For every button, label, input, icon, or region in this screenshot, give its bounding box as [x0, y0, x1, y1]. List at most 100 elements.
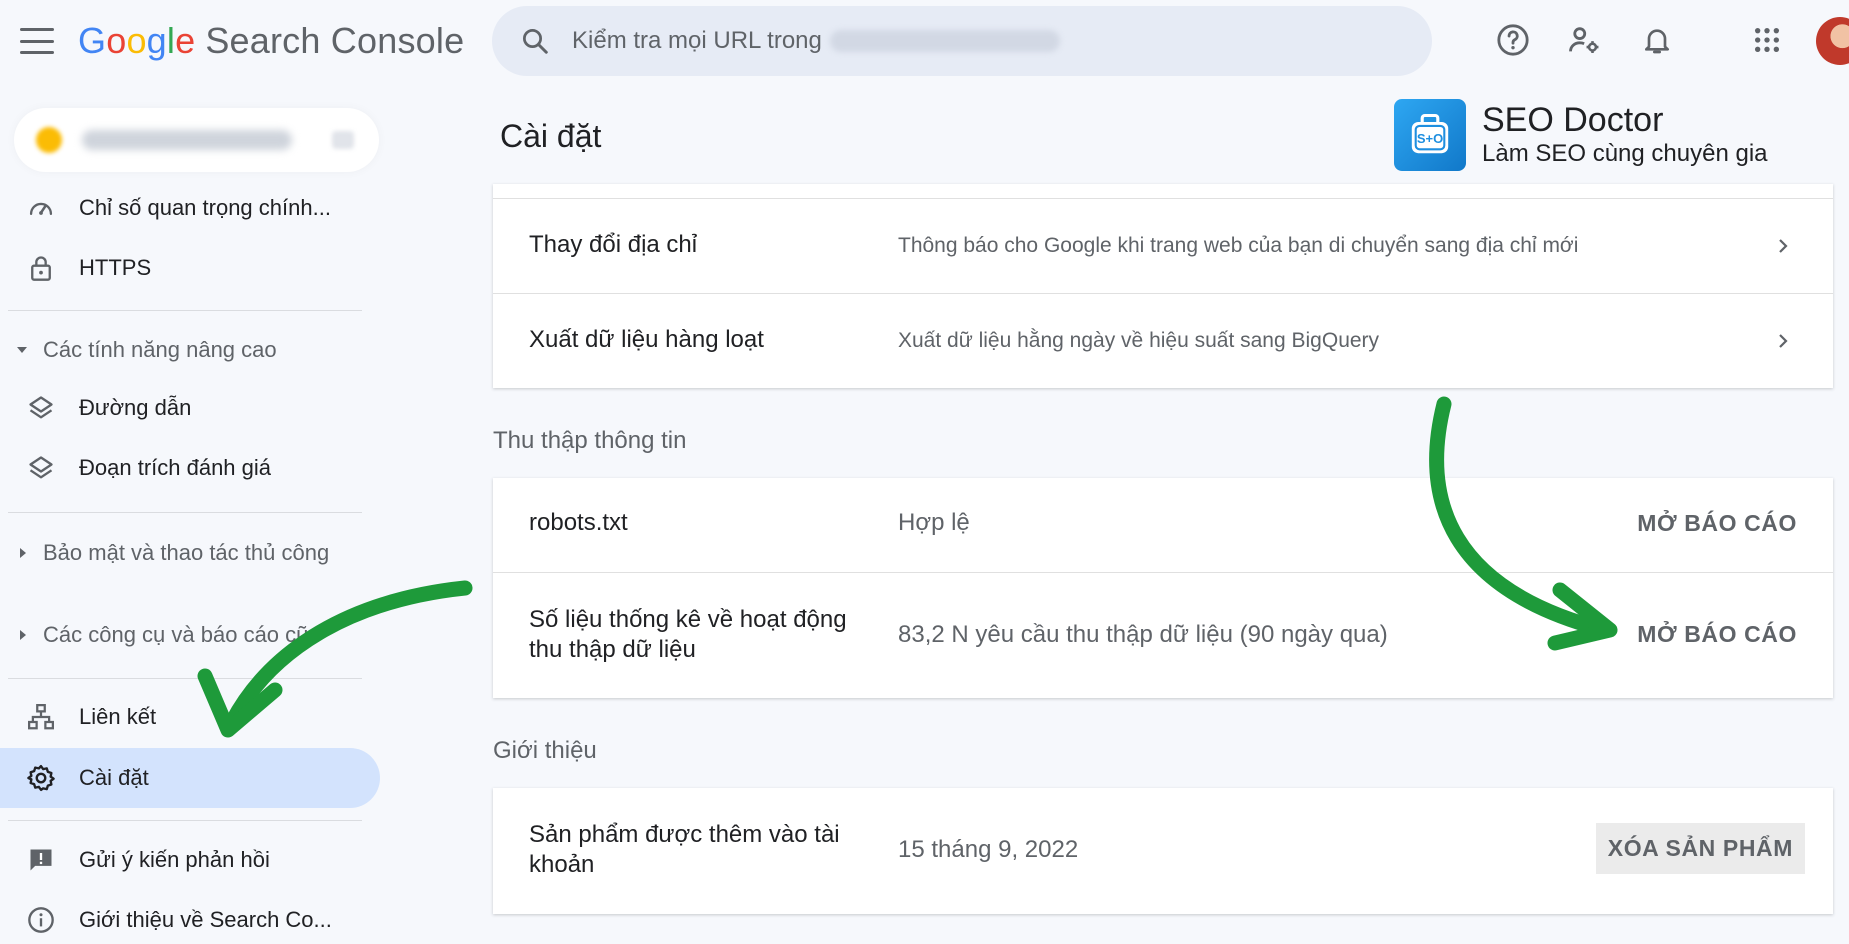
- sidebar-section-security-manual-actions[interactable]: Bảo mật và thao tác thủ công: [0, 528, 380, 578]
- blurred-property-domain: [830, 30, 1060, 52]
- expand-more-icon: [17, 347, 27, 353]
- remove-property-button[interactable]: XÓA SẢN PHẨM: [1595, 823, 1805, 874]
- setting-name: Thay đổi địa chỉ: [529, 231, 698, 258]
- clipped-row: [493, 184, 1833, 198]
- expand-right-icon: [20, 548, 26, 558]
- url-inspection-search[interactable]: [492, 6, 1432, 76]
- sidebar-item-label: Chỉ số quan trọng chính...: [79, 195, 331, 220]
- seo-doctor-tagline: Làm SEO cùng chuyên gia: [1482, 140, 1768, 167]
- seo-doctor-name: SEO Doctor: [1482, 101, 1664, 139]
- sidebar-item-label: Đường dẫn: [79, 395, 192, 420]
- product-logo[interactable]: Google Search Console: [78, 20, 464, 62]
- open-report-button[interactable]: MỞ BÁO CÁO: [1637, 621, 1797, 648]
- app-header: Google Search Console: [0, 0, 1849, 84]
- about-item-date: 15 tháng 9, 2022: [898, 836, 1079, 863]
- sidebar-section-label: Bảo mật và thao tác thủ công: [43, 540, 330, 565]
- expand-right-icon: [20, 630, 26, 640]
- feedback-icon: [24, 843, 58, 877]
- apps-button[interactable]: [1747, 20, 1787, 60]
- sidebar-item-links[interactable]: Liên kết: [0, 687, 380, 747]
- sidebar-divider: [8, 310, 362, 311]
- crawl-item-name: Số liệu thống kê về hoạt động thu thập d…: [529, 605, 847, 665]
- about-card: Sản phẩm được thêm vào tài khoản 15 thán…: [493, 788, 1833, 914]
- logo-product-name: Search Console: [205, 20, 465, 61]
- property-dropdown-icon: [332, 131, 354, 149]
- apps-grid-icon: [1754, 27, 1780, 53]
- about-item-name-line: khoản: [529, 851, 595, 878]
- layers-icon: [24, 451, 58, 485]
- crawl-row-robots-txt: robots.txt Hợp lệ MỞ BÁO CÁO: [493, 478, 1833, 572]
- logo-letter: g: [146, 20, 167, 61]
- menu-icon-bar: [20, 51, 54, 54]
- open-report-button[interactable]: MỞ BÁO CÁO: [1637, 510, 1797, 537]
- property-selector[interactable]: [14, 108, 379, 172]
- settings-row-change-of-address[interactable]: Thay đổi địa chỉ Thông báo cho Google kh…: [493, 198, 1833, 293]
- crawl-item-status: Hợp lệ: [898, 509, 970, 536]
- logo-letter: o: [106, 20, 127, 61]
- sidebar-item-label: Gửi ý kiến phản hồi: [79, 847, 270, 872]
- settings-row-bulk-data-export[interactable]: Xuất dữ liệu hàng loạt Xuất dữ liệu hằng…: [493, 293, 1833, 388]
- sidebar-divider: [8, 512, 362, 513]
- sidebar-item-breadcrumbs[interactable]: Đường dẫn: [0, 378, 380, 438]
- property-favicon-icon: [36, 127, 62, 153]
- layers-icon: [24, 391, 58, 425]
- manage-users-button[interactable]: [1564, 20, 1604, 60]
- main-menu-button[interactable]: [20, 28, 54, 54]
- seo-doctor-watermark: S+O SEO Doctor Làm SEO cùng chuyên gia: [1394, 96, 1834, 174]
- speed-gauge-icon: [24, 191, 58, 225]
- page-title: Cài đặt: [500, 118, 602, 154]
- notifications-button[interactable]: [1637, 20, 1677, 60]
- about-item-name: Sản phẩm được thêm vào tài khoản: [529, 820, 840, 880]
- setting-description: Xuất dữ liệu hằng ngày về hiệu suất sang…: [898, 329, 1380, 352]
- settings-general-card: Thay đổi địa chỉ Thông báo cho Google kh…: [493, 184, 1833, 388]
- blurred-property-name: [82, 130, 292, 150]
- logo-letter: o: [126, 20, 147, 61]
- menu-icon-bar: [20, 39, 54, 43]
- crawl-item-name: robots.txt: [529, 509, 628, 536]
- logo-letter: l: [166, 20, 176, 61]
- logo-letter: G: [78, 20, 107, 61]
- sidebar-item-settings[interactable]: Cài đặt: [0, 748, 380, 808]
- crawling-card: robots.txt Hợp lệ MỞ BÁO CÁO Số liệu thố…: [493, 478, 1833, 698]
- svg-text:S+O: S+O: [1417, 131, 1443, 146]
- sidebar-section-label: Các công cụ và báo cáo cũ: [43, 622, 309, 647]
- logo-letter: e: [175, 20, 196, 61]
- sidebar-item-label: HTTPS: [79, 255, 152, 280]
- lock-icon: [24, 251, 58, 285]
- help-button[interactable]: [1493, 20, 1533, 60]
- section-label-crawling: Thu thập thông tin: [493, 427, 687, 454]
- user-settings-icon: [1569, 27, 1599, 54]
- sidebar-section-legacy-tools[interactable]: Các công cụ và báo cáo cũ: [0, 610, 380, 660]
- chevron-right-icon[interactable]: [1773, 331, 1793, 351]
- sidebar-item-https[interactable]: HTTPS: [0, 238, 380, 298]
- setting-name: Xuất dữ liệu hàng loạt: [529, 326, 764, 353]
- about-row-product-added: Sản phẩm được thêm vào tài khoản 15 thán…: [493, 788, 1833, 914]
- bell-icon: [1645, 29, 1669, 54]
- account-avatar[interactable]: [1816, 17, 1849, 65]
- info-icon: [24, 903, 58, 937]
- sidebar-item-label: Giới thiệu về Search Co...: [79, 907, 332, 932]
- search-icon: [523, 29, 548, 54]
- section-label-about: Giới thiệu: [493, 737, 597, 764]
- sidebar-section-label: Các tính năng nâng cao: [43, 337, 277, 362]
- menu-icon-bar: [20, 28, 54, 31]
- about-item-name-line: Sản phẩm được thêm vào tài: [529, 821, 840, 848]
- crawl-item-name-line: thu thập dữ liệu: [529, 636, 696, 663]
- crawl-row-crawl-stats: Số liệu thống kê về hoạt động thu thập d…: [493, 572, 1833, 698]
- sidebar-divider: [8, 820, 362, 821]
- sidebar-section-advanced-features[interactable]: Các tính năng nâng cao: [0, 325, 380, 375]
- seo-doctor-logo: S+O: [1394, 99, 1466, 171]
- crawl-item-value: 83,2 N yêu cầu thu thập dữ liệu (90 ngày…: [898, 621, 1388, 648]
- sitemap-icon: [24, 700, 58, 734]
- sidebar-divider: [8, 678, 362, 679]
- sidebar-item-send-feedback[interactable]: Gửi ý kiến phản hồi: [0, 830, 380, 890]
- crawl-item-name-line: Số liệu thống kê về hoạt động: [529, 606, 847, 633]
- setting-description: Thông báo cho Google khi trang web của b…: [898, 234, 1579, 257]
- chevron-right-icon[interactable]: [1773, 236, 1793, 256]
- sidebar-item-label: Liên kết: [79, 704, 157, 729]
- search-input[interactable]: [572, 27, 822, 55]
- sidebar-item-about-search-console[interactable]: Giới thiệu về Search Co...: [0, 890, 380, 944]
- sidebar-item-core-web-vitals[interactable]: Chỉ số quan trọng chính...: [0, 178, 380, 238]
- help-icon: [1497, 24, 1529, 56]
- sidebar-item-review-snippets[interactable]: Đoạn trích đánh giá: [0, 438, 380, 498]
